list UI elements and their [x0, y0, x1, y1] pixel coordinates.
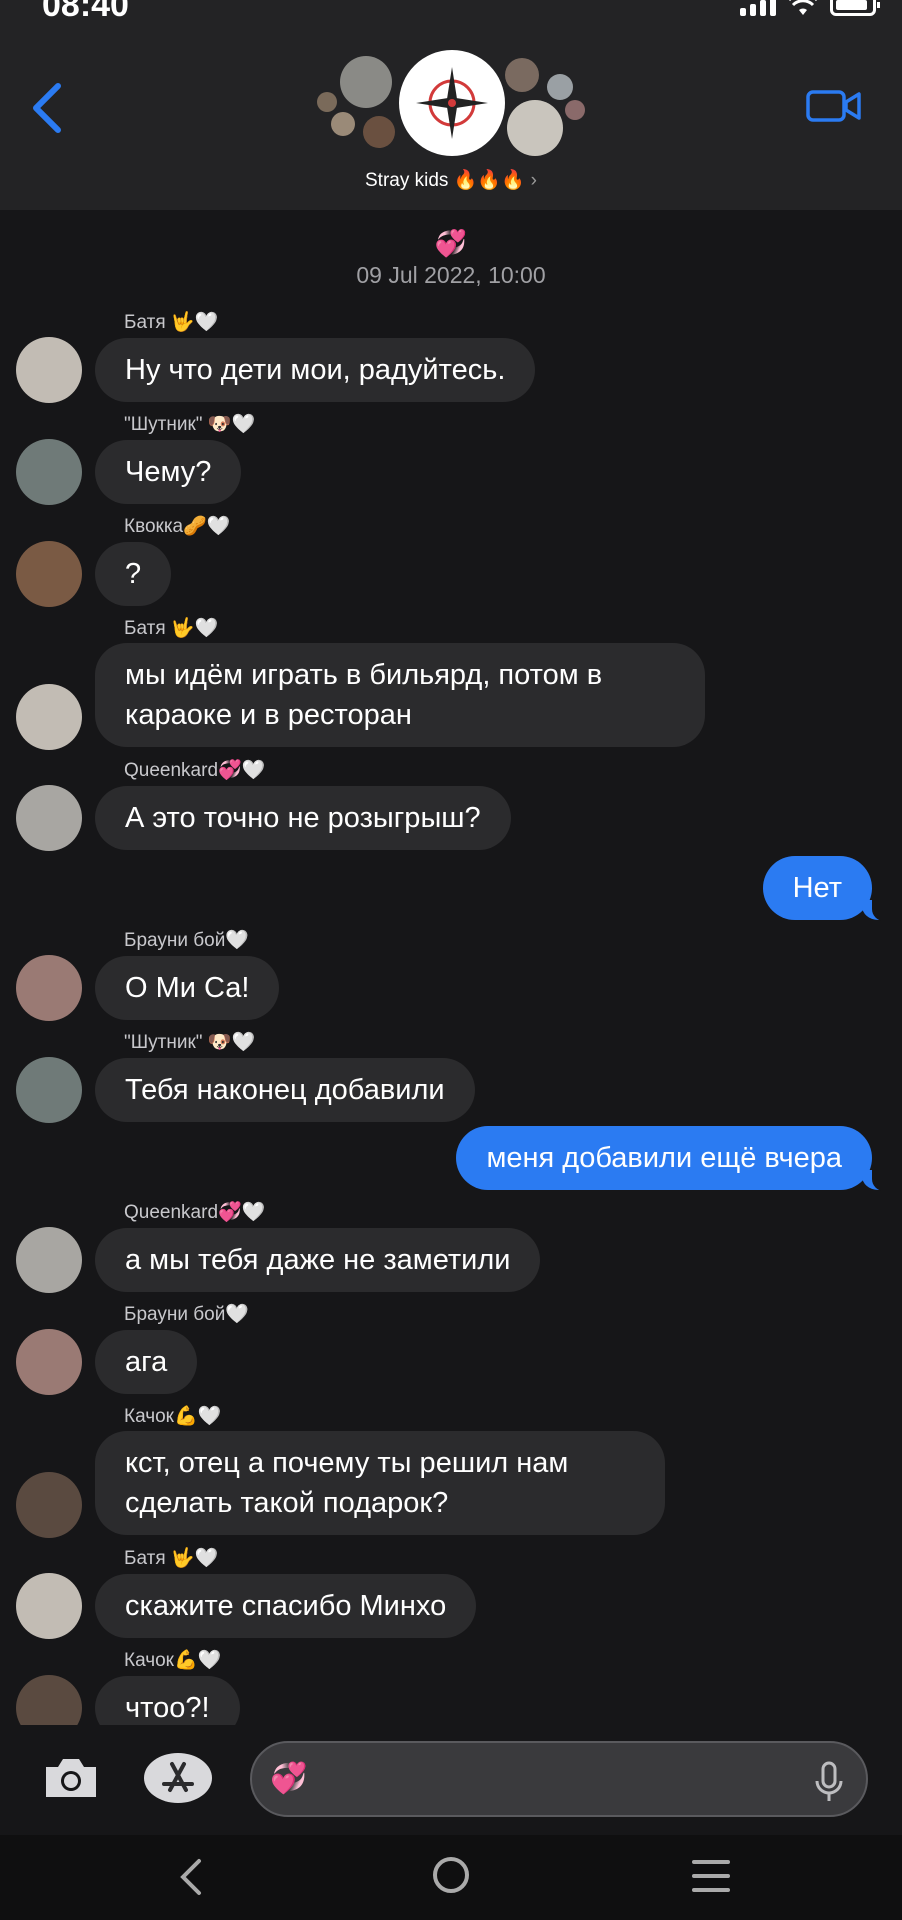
message-bubble[interactable]: ?	[95, 542, 172, 606]
message-input[interactable]: 💞	[250, 1741, 868, 1817]
message-bubble[interactable]: Ну что дети мои, радуйтесь.	[95, 338, 536, 402]
message-bubble[interactable]: а мы тебя даже не заметили	[95, 1228, 541, 1292]
sender-name: Queenkard💞🤍	[124, 1202, 266, 1223]
member-avatar	[331, 112, 355, 136]
sender-avatar[interactable]	[16, 1573, 82, 1639]
sender-name: Брауни бой🤍	[124, 1304, 249, 1325]
app-store-button[interactable]	[144, 1753, 212, 1803]
input-placeholder: 💞	[270, 1762, 308, 1795]
sender-avatar[interactable]	[16, 955, 82, 1021]
sender-avatar[interactable]	[16, 337, 82, 403]
system-nav-bar	[0, 1835, 902, 1920]
message-bubble[interactable]: ага	[95, 1330, 198, 1394]
member-avatar	[507, 100, 563, 156]
chevron-right-icon: ›	[530, 170, 537, 191]
outgoing-message-bubble[interactable]: меня добавили ещё вчера	[456, 1126, 892, 1191]
group-name-label: Stray kids 🔥🔥🔥	[365, 170, 525, 191]
sender-avatar[interactable]	[16, 1675, 82, 1725]
group-compass-avatar	[399, 50, 505, 156]
nav-back-button[interactable]	[175, 1857, 205, 1897]
message-bubble[interactable]: О Ми Са!	[95, 956, 280, 1020]
sender-avatar[interactable]	[16, 1329, 82, 1395]
nav-recents-button[interactable]	[692, 1860, 730, 1892]
sender-avatar[interactable]	[16, 785, 82, 851]
sender-avatar[interactable]	[16, 1472, 82, 1538]
message-list[interactable]: 💞 09 Jul 2022, 10:00 Батя 🤟🤍 Ну что дети…	[0, 210, 902, 1725]
sender-avatar[interactable]	[16, 1057, 82, 1123]
sender-name: Queenkard💞🤍	[124, 760, 266, 781]
status-time: 08:40	[42, 0, 129, 24]
sender-avatar[interactable]	[16, 684, 82, 750]
status-icons	[740, 0, 880, 16]
date-label: 09 Jul 2022, 10:00	[356, 262, 546, 288]
video-call-button[interactable]	[806, 88, 862, 124]
message-bubble[interactable]: чтоо?!	[95, 1676, 240, 1725]
member-avatar	[505, 58, 539, 92]
group-avatar-cluster[interactable]	[315, 50, 585, 162]
composer-bar: 💞	[0, 1725, 902, 1835]
sender-name: Батя 🤟🤍	[124, 312, 219, 333]
sender-name: Батя 🤟🤍	[124, 1548, 219, 1569]
sender-avatar[interactable]	[16, 541, 82, 607]
sender-name: Квокка🥜🤍	[124, 516, 231, 537]
member-avatar	[317, 92, 337, 112]
sender-avatar[interactable]	[16, 439, 82, 505]
nav-home-button[interactable]	[433, 1857, 469, 1893]
wifi-icon	[789, 0, 817, 15]
group-name[interactable]: Stray kids 🔥🔥🔥 ›	[0, 168, 902, 192]
date-emoji: 💞	[434, 228, 468, 258]
microphone-button[interactable]	[814, 1761, 844, 1803]
message-bubble[interactable]: А это точно не розыгрыш?	[95, 786, 511, 850]
date-separator: 💞 09 Jul 2022, 10:00	[0, 228, 902, 289]
app-store-icon	[162, 1762, 194, 1792]
member-avatar	[340, 56, 392, 108]
message-bubble[interactable]: мы идём играть в бильярд, потом в караок…	[95, 643, 705, 747]
message-bubble[interactable]: кст, отец а почему ты решил нам сделать …	[95, 1431, 665, 1535]
compass-icon	[416, 67, 488, 139]
sender-name: Брауни бой🤍	[124, 930, 249, 951]
sender-name: Батя 🤟🤍	[124, 618, 219, 639]
message-bubble[interactable]: Тебя наконец добавили	[95, 1058, 475, 1122]
member-avatar	[547, 74, 573, 100]
sender-name: "Шутник" 🐶🤍	[124, 1032, 256, 1053]
sender-name: "Шутник" 🐶🤍	[124, 414, 256, 435]
message-bubble[interactable]: скажите спасибо Минхо	[95, 1574, 477, 1638]
outgoing-message-bubble[interactable]: Нет	[762, 856, 893, 921]
chat-header: 08:40 Stray kids 🔥🔥🔥 ›	[0, 0, 902, 210]
member-avatar	[363, 116, 395, 148]
battery-icon	[830, 0, 880, 16]
signal-icon	[740, 0, 776, 16]
camera-button[interactable]	[42, 1755, 100, 1801]
back-button[interactable]	[28, 80, 68, 136]
sender-name: Качок💪🤍	[124, 1406, 222, 1427]
sender-name: Качок💪🤍	[124, 1650, 222, 1671]
message-bubble[interactable]: Чему?	[95, 440, 242, 504]
sender-avatar[interactable]	[16, 1227, 82, 1293]
member-avatar	[565, 100, 585, 120]
